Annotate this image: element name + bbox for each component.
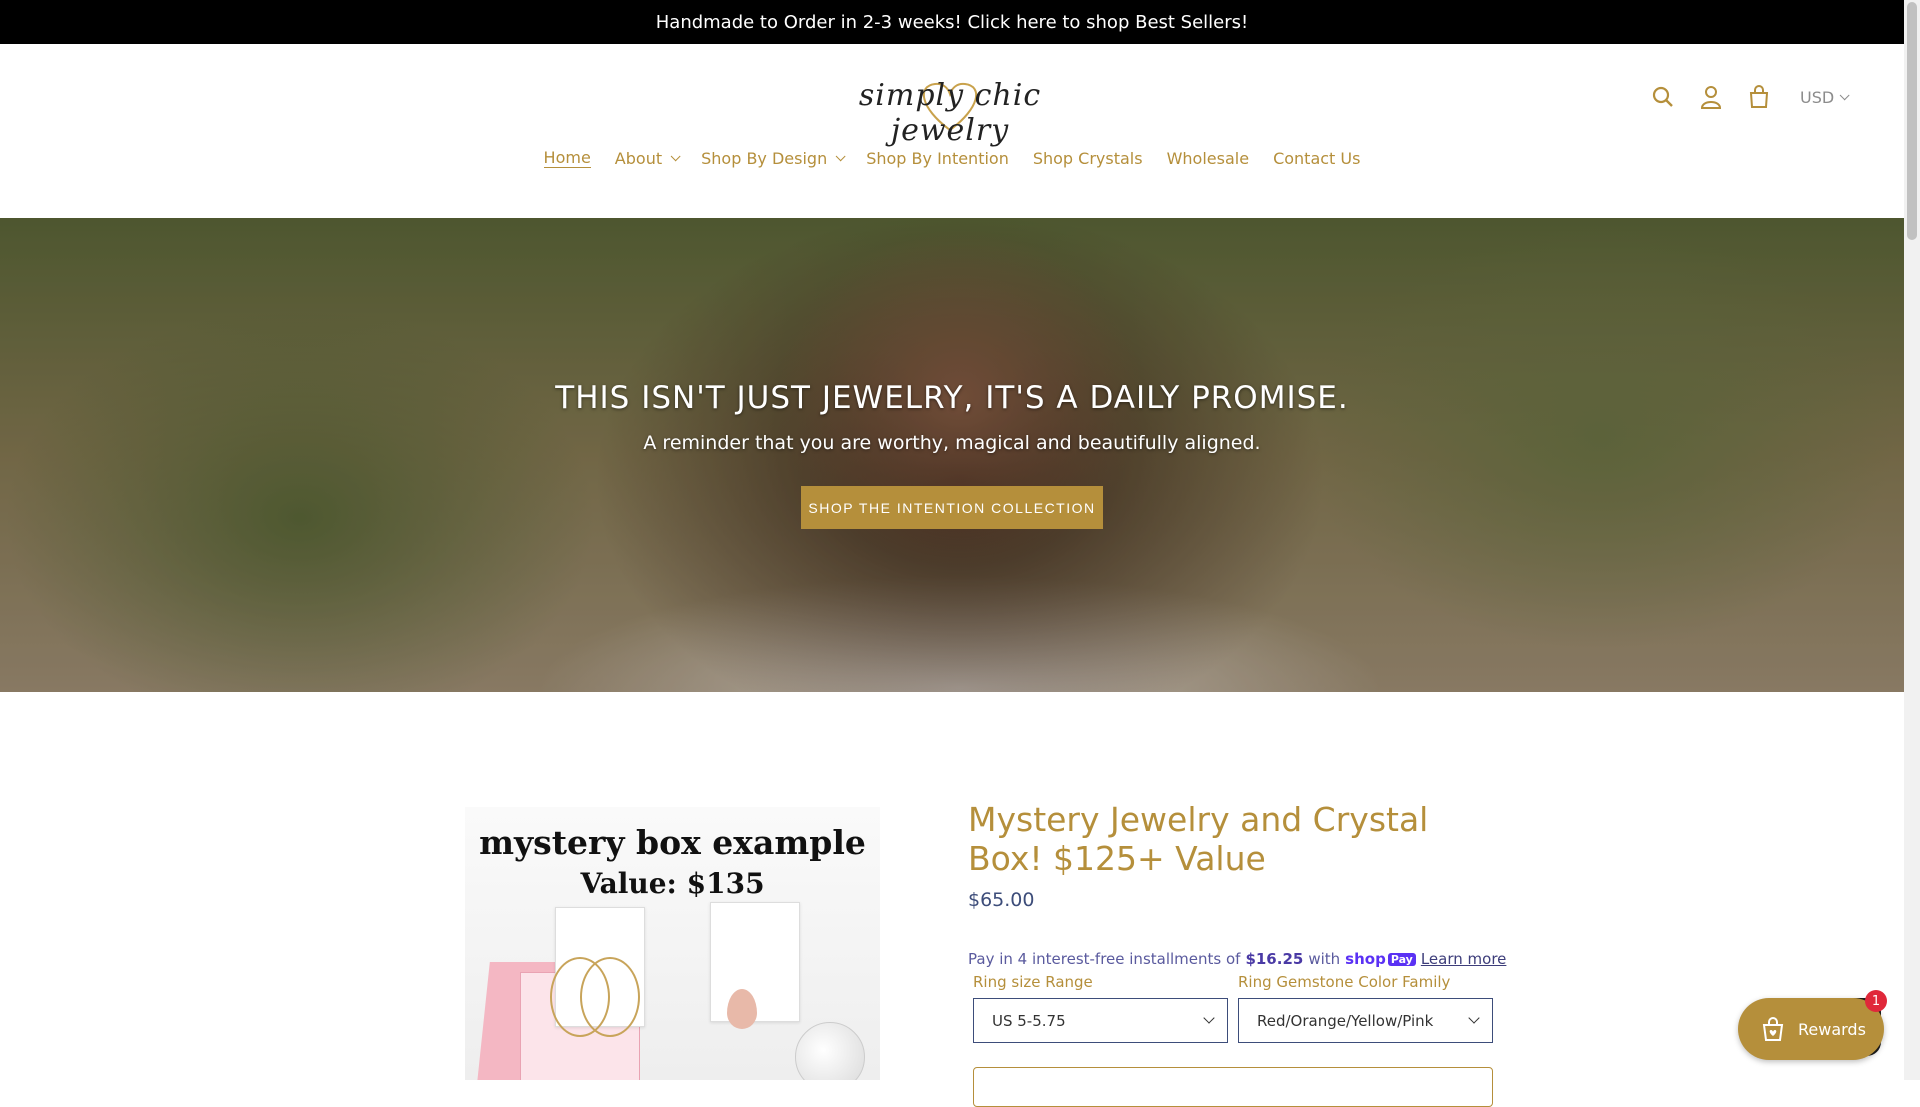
ring-size-select[interactable]: US 5-5.75	[973, 998, 1228, 1043]
rewards-badge: 1	[1865, 990, 1887, 1012]
search-icon[interactable]	[1650, 84, 1676, 110]
product-image-value: Value: $135	[580, 867, 765, 900]
announcement-bar[interactable]: Handmade to Order in 2-3 weeks! Click he…	[0, 0, 1904, 44]
ring-size-value: US 5-5.75	[992, 1011, 1066, 1030]
nav-item-label: Contact Us	[1273, 148, 1361, 168]
page-scrollbar[interactable]	[1904, 0, 1920, 1080]
nav-item-about[interactable]: About	[614, 144, 681, 172]
announcement-text[interactable]: Handmade to Order in 2-3 weeks! Click he…	[656, 12, 1249, 33]
hero-banner: THIS ISN'T JUST JEWELRY, IT'S A DAILY PR…	[0, 218, 1904, 692]
header-icons: USD	[1650, 84, 1850, 110]
account-icon[interactable]	[1698, 84, 1724, 110]
crystal-sphere	[795, 1022, 865, 1080]
currency-selector[interactable]: USD	[1800, 87, 1850, 107]
rewards-label: Rewards	[1798, 1019, 1866, 1039]
hero-title: THIS ISN'T JUST JEWELRY, IT'S A DAILY PR…	[555, 380, 1349, 416]
main-nav: Home About Shop By Design Shop By Intent…	[0, 144, 1904, 172]
chevron-down-icon	[670, 150, 681, 161]
gemstone-color-label: Ring Gemstone Color Family	[1238, 973, 1451, 991]
chevron-down-icon	[1839, 89, 1850, 100]
add-to-cart-button[interactable]	[973, 1067, 1493, 1107]
installments-with: with	[1308, 950, 1341, 968]
hero-image	[0, 218, 1904, 692]
hoop-earring	[580, 957, 640, 1037]
shop-pay-badge: Pay	[1387, 952, 1416, 966]
nav-item-shop-by-intention[interactable]: Shop By Intention	[866, 144, 1009, 172]
product-price: $65.00	[968, 889, 1035, 911]
chevron-down-icon	[1468, 1012, 1480, 1024]
gemstone-color-select[interactable]: Red/Orange/Yellow/Pink	[1238, 998, 1493, 1043]
shop-pay-brand: shop	[1345, 950, 1386, 968]
cart-icon[interactable]	[1746, 84, 1772, 110]
rewards-button[interactable]: Rewards	[1738, 998, 1884, 1060]
site-header: simply chic jewelry USD Home About Shop …	[0, 44, 1904, 218]
scrollbar-thumb[interactable]	[1907, 2, 1917, 240]
nav-item-home[interactable]: Home	[543, 144, 591, 172]
nav-item-label: Shop Crystals	[1032, 148, 1143, 168]
currency-label: USD	[1800, 87, 1835, 107]
gemstone-color-value: Red/Orange/Yellow/Pink	[1257, 1011, 1434, 1030]
nav-item-wholesale[interactable]: Wholesale	[1167, 144, 1249, 172]
shop-pay-logo: shop Pay	[1345, 950, 1416, 968]
nav-item-label: Shop By Intention	[866, 148, 1009, 168]
nav-item-label: Home	[543, 148, 591, 168]
installments-text: Pay in 4 interest-free installments of	[968, 950, 1241, 968]
installment-amount: $16.25	[1245, 950, 1304, 968]
product-image[interactable]: mystery box example Value: $135	[465, 807, 880, 1080]
shop-pay-installments: Pay in 4 interest-free installments of $…	[968, 950, 1506, 968]
nav-item-shop-crystals[interactable]: Shop Crystals	[1033, 144, 1143, 172]
shop-intention-collection-button[interactable]: SHOP THE INTENTION COLLECTION	[801, 486, 1103, 529]
chevron-down-icon	[1203, 1012, 1215, 1024]
hero-subtitle: A reminder that you are worthy, magical …	[643, 432, 1261, 454]
drop-earring	[727, 989, 757, 1029]
learn-more-link[interactable]: Learn more	[1421, 950, 1507, 968]
product-image-title: mystery box example	[479, 823, 866, 862]
logo-text: simply chic jewelry	[858, 78, 1042, 148]
product-title: Mystery Jewelry and Crystal Box! $125+ V…	[968, 800, 1429, 878]
site-logo[interactable]: simply chic jewelry	[825, 68, 1075, 148]
ring-size-label: Ring size Range	[973, 973, 1093, 991]
chevron-down-icon	[835, 150, 846, 161]
shopping-bag-heart-icon	[1762, 1017, 1784, 1041]
nav-item-label: Shop By Design	[701, 148, 828, 168]
nav-item-shop-by-design[interactable]: Shop By Design	[701, 144, 846, 172]
nav-item-label: Wholesale	[1166, 148, 1250, 168]
nav-item-contact-us[interactable]: Contact Us	[1273, 144, 1360, 172]
nav-item-label: About	[614, 148, 663, 168]
